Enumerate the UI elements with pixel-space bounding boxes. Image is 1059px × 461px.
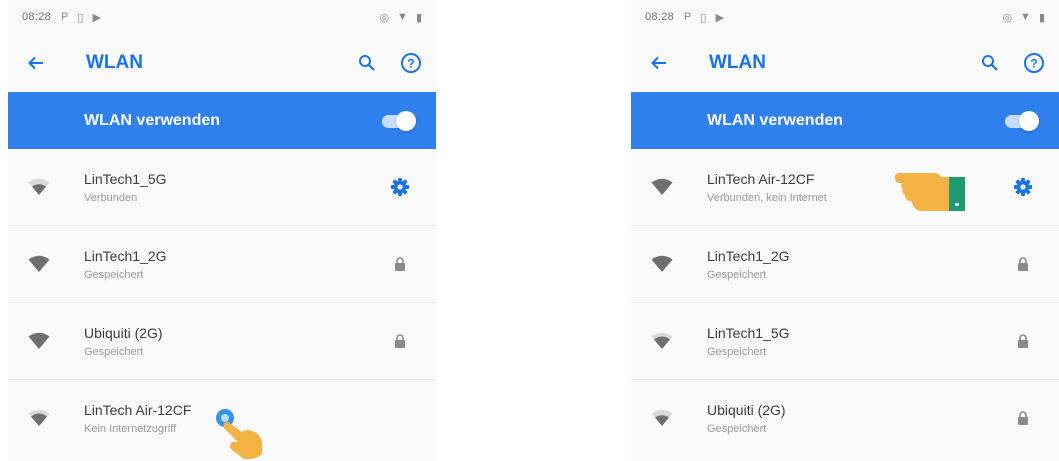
- battery-icon: ▮: [1038, 11, 1045, 24]
- left-screen: 08:28 P ▯ ▶ ◎ ▼ ▮ WLAN ? WLAN verwenden: [8, 0, 436, 461]
- lock-icon: [1011, 252, 1035, 276]
- lock-icon: [1011, 406, 1035, 430]
- lock-icon: [388, 252, 412, 276]
- svg-text:?: ?: [407, 57, 414, 71]
- svg-text:?: ?: [1030, 57, 1037, 71]
- parking-icon: P: [684, 11, 692, 23]
- network-status: Gespeichert: [84, 268, 144, 281]
- play-icon: ▶: [92, 11, 101, 24]
- tap-hand-icon: [212, 402, 266, 461]
- network-row[interactable]: LinTech Air-12CF Verbunden, kein Interne…: [631, 149, 1059, 226]
- wlan-master-label: WLAN verwenden: [84, 111, 221, 129]
- wifi-signal-icon: [651, 409, 673, 426]
- status-bar: 08:28 P ▯ ▶ ◎ ▼ ▮: [631, 0, 1059, 34]
- wifi-signal-icon: [28, 178, 50, 195]
- network-name: LinTech1_2G: [707, 247, 790, 264]
- wlan-toggle[interactable]: [1003, 110, 1039, 131]
- play-icon: ▶: [715, 11, 724, 24]
- network-row[interactable]: LinTech1_2G Gespeichert: [631, 226, 1059, 303]
- wifi-signal-icon: [28, 255, 50, 272]
- sync-icon: ◎: [379, 11, 390, 24]
- network-status: Verbunden: [84, 191, 138, 204]
- page-title: WLAN: [86, 52, 143, 73]
- wifi-signal-icon: [28, 332, 50, 349]
- wlan-master-switch-row[interactable]: WLAN verwenden: [631, 92, 1059, 149]
- status-bar: 08:28 P ▯ ▶ ◎ ▼ ▮: [8, 0, 436, 34]
- network-row[interactable]: LinTech1_5G Gespeichert: [631, 303, 1059, 380]
- pointing-hand-icon: [893, 163, 973, 220]
- app-bar: WLAN ?: [8, 34, 436, 92]
- network-name: LinTech Air-12CF: [84, 401, 192, 418]
- wifi-status-icon: ▼: [1020, 10, 1031, 23]
- help-icon[interactable]: ?: [398, 50, 424, 76]
- app-bar: WLAN ?: [631, 34, 1059, 92]
- network-status: Kein Internetzugriff: [84, 422, 177, 435]
- network-name: LinTech Air-12CF: [707, 170, 815, 187]
- parking-icon: P: [61, 11, 69, 23]
- gear-icon[interactable]: [1011, 175, 1035, 199]
- network-row[interactable]: LinTech1_5G Verbunden: [8, 149, 436, 226]
- network-row[interactable]: LinTech1_2G Gespeichert: [8, 226, 436, 303]
- sim-icon: ▯: [700, 11, 707, 24]
- network-name: Ubiquiti (2G): [84, 324, 163, 341]
- lock-icon: [1011, 329, 1035, 353]
- network-name: LinTech1_5G: [84, 170, 167, 187]
- back-arrow-icon[interactable]: [643, 47, 675, 79]
- network-status: Gespeichert: [707, 345, 767, 358]
- network-row[interactable]: Ubiquiti (2G) Gespeichert: [631, 380, 1059, 456]
- search-icon[interactable]: [354, 50, 380, 76]
- battery-icon: ▮: [415, 11, 422, 24]
- back-arrow-icon[interactable]: [20, 47, 52, 79]
- wlan-master-label: WLAN verwenden: [707, 111, 844, 129]
- wifi-signal-icon: [651, 332, 673, 349]
- help-icon[interactable]: ?: [1021, 50, 1047, 76]
- status-time: 08:28: [645, 11, 675, 23]
- network-status: Gespeichert: [84, 345, 144, 358]
- network-status: Gespeichert: [707, 422, 767, 435]
- lock-icon: [388, 329, 412, 353]
- network-name: LinTech1_2G: [84, 247, 167, 264]
- wifi-status-icon: ▼: [397, 10, 408, 23]
- gear-icon[interactable]: [388, 175, 412, 199]
- wifi-signal-icon: [651, 178, 673, 195]
- network-status: Verbunden, kein Internet: [707, 191, 827, 204]
- network-name: Ubiquiti (2G): [707, 401, 786, 418]
- right-screen: 08:28 P ▯ ▶ ◎ ▼ ▮ WLAN ? WLAN verwenden: [631, 0, 1059, 461]
- network-name: LinTech1_5G: [707, 324, 790, 341]
- sim-icon: ▯: [77, 11, 84, 24]
- wlan-master-switch-row[interactable]: WLAN verwenden: [8, 92, 436, 149]
- status-time: 08:28: [22, 11, 52, 23]
- network-row[interactable]: Ubiquiti (2G) Gespeichert: [8, 303, 436, 380]
- network-status: Gespeichert: [707, 268, 767, 281]
- wifi-signal-icon: [651, 255, 673, 272]
- sync-icon: ◎: [1002, 11, 1013, 24]
- wifi-signal-icon: [28, 409, 50, 426]
- page-title: WLAN: [709, 52, 766, 73]
- search-icon[interactable]: [977, 50, 1003, 76]
- wlan-toggle[interactable]: [380, 110, 416, 131]
